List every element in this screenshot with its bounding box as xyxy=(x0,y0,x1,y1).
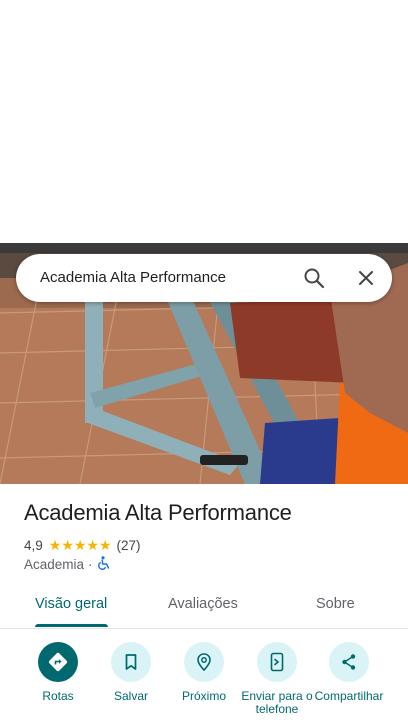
directions-label: Rotas xyxy=(42,690,74,703)
share-button[interactable]: Compartilhar xyxy=(309,642,389,716)
send-to-phone-button[interactable]: Enviar para o telefone xyxy=(237,642,317,716)
search-bar[interactable]: Academia Alta Performance xyxy=(16,254,392,302)
place-category: Academia xyxy=(24,557,85,572)
share-label: Compartilhar xyxy=(314,690,384,703)
tab-about[interactable]: Sobre xyxy=(316,596,355,612)
directions-button[interactable]: Rotas xyxy=(18,642,98,703)
review-count[interactable]: (27) xyxy=(117,538,141,553)
nearby-icon xyxy=(184,642,224,682)
directions-icon xyxy=(38,642,78,682)
save-button[interactable]: Salvar xyxy=(91,642,171,703)
search-input[interactable]: Academia Alta Performance xyxy=(40,269,226,286)
send-to-phone-label: Enviar para o telefone xyxy=(241,690,313,716)
map-blank-area xyxy=(0,0,408,243)
send-to-phone-icon xyxy=(257,642,297,682)
active-tab-indicator xyxy=(35,624,108,627)
separator: · xyxy=(88,557,93,572)
wheelchair-accessible-icon xyxy=(97,556,110,573)
stars-icon: ★★★★★ xyxy=(48,537,112,553)
rating-row[interactable]: 4,9 ★★★★★ (27) xyxy=(24,536,141,554)
place-title: Academia Alta Performance xyxy=(24,500,292,525)
category-row: Academia · xyxy=(24,556,110,573)
star-rating: ★★★★★ xyxy=(49,538,112,552)
nearby-button[interactable]: Próximo xyxy=(164,642,244,703)
search-icon[interactable] xyxy=(303,267,325,289)
share-icon xyxy=(329,642,369,682)
bookmark-icon xyxy=(111,642,151,682)
save-label: Salvar xyxy=(113,690,148,703)
close-icon[interactable] xyxy=(356,268,376,288)
place-tabs: Visão geral Avaliações Sobre xyxy=(0,590,408,629)
action-buttons: Rotas Salvar Próximo Enviar para o telef… xyxy=(0,640,408,726)
tab-overview[interactable]: Visão geral xyxy=(35,596,107,612)
tab-reviews[interactable]: Avaliações xyxy=(168,596,238,612)
nearby-label: Próximo xyxy=(181,690,226,703)
rating-value: 4,9 xyxy=(24,537,43,553)
